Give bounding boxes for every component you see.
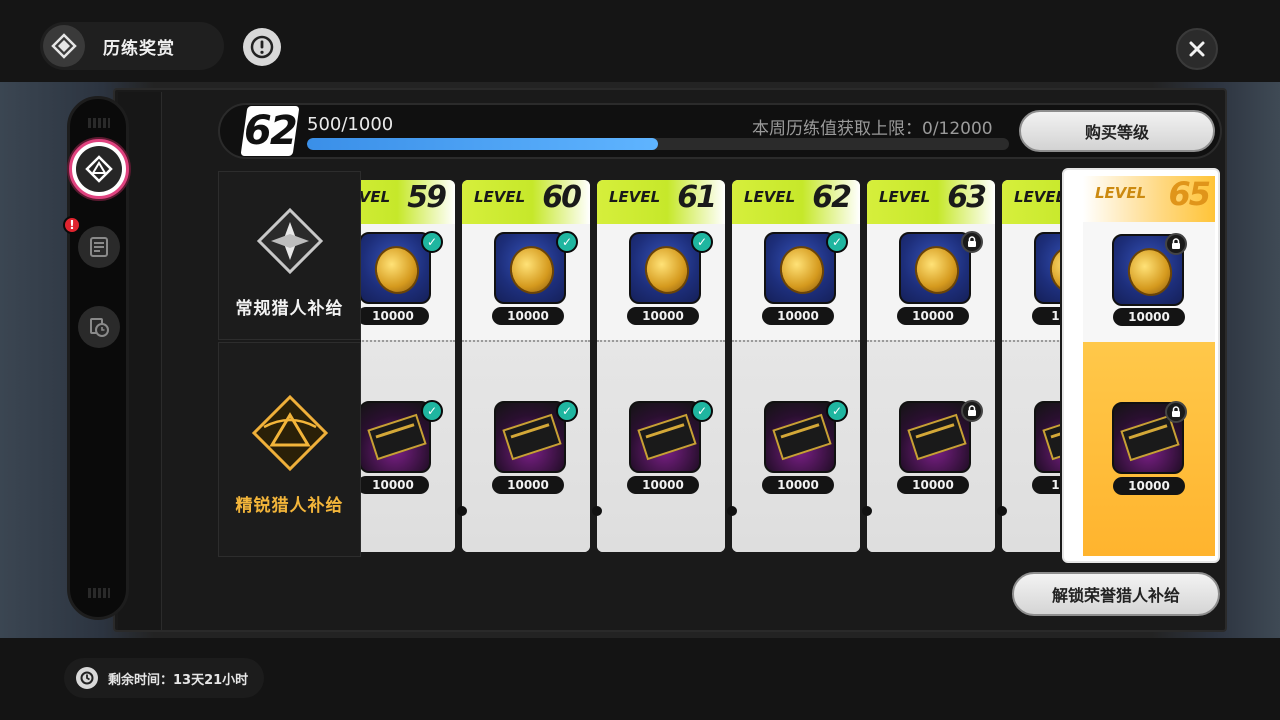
track-separator-dot — [727, 506, 737, 516]
rewards-emblem-icon — [85, 155, 113, 183]
level-column-63: LEVEL 63 10000 10000 — [867, 180, 995, 552]
normal-tier-emblem-icon — [255, 206, 325, 280]
remaining-time-pill: 剩余时间：13天21小时 — [64, 658, 264, 698]
nav-item-missions[interactable] — [78, 226, 120, 268]
track-separator-dot — [457, 506, 467, 516]
elite-tier-label: 精锐猎人补给 — [235, 496, 344, 516]
document-list-icon — [90, 237, 108, 257]
level-column-64: LEVEL 1000 1000 — [1002, 180, 1060, 552]
normal-reward-qty: 10000 — [361, 307, 429, 325]
nav-item-rewards[interactable] — [69, 139, 129, 199]
coin-reward-icon[interactable] — [1034, 232, 1060, 304]
xp-track — [307, 138, 1009, 150]
track-separator-dot — [862, 506, 872, 516]
clock-icon — [76, 667, 98, 689]
level-number: 62 — [812, 180, 852, 215]
nav-grip-bottom — [88, 588, 110, 598]
normal-reward-qty: 10000 — [762, 307, 834, 325]
normal-reward-qty: 10000 — [492, 307, 564, 325]
claimed-check-icon: ✓ — [421, 400, 443, 422]
level-number: 60 — [542, 180, 582, 215]
elite-reward-qty: 10000 — [627, 476, 699, 494]
nav-item-shop[interactable] — [78, 306, 120, 348]
lock-icon — [1165, 233, 1187, 255]
level-column-62: LEVEL 62 ✓ 10000 ✓ 10000 — [732, 180, 860, 552]
level-word: LEVEL — [744, 188, 796, 206]
current-level-badge: 62 — [240, 106, 300, 156]
current-level-number: 62 — [244, 108, 296, 154]
elite-reward-qty: 1000 — [1032, 476, 1060, 494]
claimed-check-icon: ✓ — [826, 400, 848, 422]
normal-reward-qty: 10000 — [897, 307, 969, 325]
level-word: LEVEL — [474, 188, 526, 206]
featured-elite-qty: 10000 — [1113, 477, 1185, 495]
normal-reward-qty: 1000 — [1032, 307, 1060, 325]
track-separator-dot — [592, 506, 602, 516]
featured-level-number: 65 — [1168, 175, 1211, 213]
claimed-check-icon: ✓ — [826, 231, 848, 253]
ticket-reward-icon[interactable] — [1034, 401, 1060, 473]
level-number: 63 — [947, 180, 987, 215]
lock-icon — [961, 400, 983, 422]
lock-icon — [961, 231, 983, 253]
battle-pass-logo-icon — [43, 25, 85, 67]
elite-reward-qty: 10000 — [492, 476, 564, 494]
track-separator-dot — [997, 506, 1007, 516]
featured-level-header: LEVEL 65 — [1083, 175, 1215, 222]
elite-reward-qty: 10000 — [897, 476, 969, 494]
level-column-60: LEVEL 60 ✓ 10000 ✓ 10000 — [462, 180, 590, 552]
elite-reward-qty: 10000 — [361, 476, 429, 494]
claimed-check-icon: ✓ — [691, 400, 713, 422]
xp-progress-text: 500/1000 — [307, 114, 394, 135]
tier-normal-supply: 常规猎人补给 — [218, 171, 361, 340]
reward-track[interactable]: LEVEL 59 ✓ 10000 ✓ 10000 LEVEL 60 ✓ 10000 … — [361, 171, 1060, 561]
normal-tier-label: 常规猎人补给 — [235, 299, 344, 319]
weekly-cap-text: 本周历练值获取上限：0/12000 — [752, 119, 993, 139]
level-word: LEVEL — [609, 188, 661, 206]
level-column-59: LEVEL 59 ✓ 10000 ✓ 10000 — [361, 180, 455, 552]
elite-reward-qty: 10000 — [762, 476, 834, 494]
claimed-check-icon: ✓ — [691, 231, 713, 253]
nav-grip-top — [88, 118, 110, 128]
page-title: 历练奖赏 — [103, 38, 175, 59]
level-number: 61 — [677, 180, 717, 215]
normal-reward-qty: 10000 — [627, 307, 699, 325]
close-icon — [1189, 41, 1205, 57]
level-number: 59 — [407, 180, 447, 215]
level-word: LEVEL — [1095, 184, 1147, 202]
claimed-check-icon: ✓ — [556, 231, 578, 253]
remaining-time-text: 剩余时间：13天21小时 — [108, 672, 249, 688]
close-button[interactable] — [1176, 28, 1218, 70]
tier-elite-supply: 精锐猎人补给 — [218, 342, 361, 557]
level-word: LEVEL — [1014, 188, 1060, 206]
shop-clock-icon — [90, 318, 109, 337]
unlock-honor-supply-button[interactable]: 解锁荣誉猎人补给 — [1012, 572, 1220, 616]
missions-alert-badge: ! — [63, 216, 81, 234]
xp-fill — [307, 138, 658, 150]
lock-icon — [1165, 401, 1187, 423]
exclamation-circle-icon[interactable] — [243, 28, 281, 66]
claimed-check-icon: ✓ — [556, 400, 578, 422]
level-word: LEVEL — [879, 188, 931, 206]
elite-tier-emblem-icon — [250, 393, 330, 477]
page-title-pill: 历练奖赏 — [40, 22, 224, 70]
claimed-check-icon: ✓ — [421, 231, 443, 253]
level-word: LEVEL — [361, 188, 391, 206]
buy-level-button[interactable]: 购买等级 — [1019, 110, 1215, 152]
featured-normal-qty: 10000 — [1113, 308, 1185, 326]
level-column-61: LEVEL 61 ✓ 10000 ✓ 10000 — [597, 180, 725, 552]
